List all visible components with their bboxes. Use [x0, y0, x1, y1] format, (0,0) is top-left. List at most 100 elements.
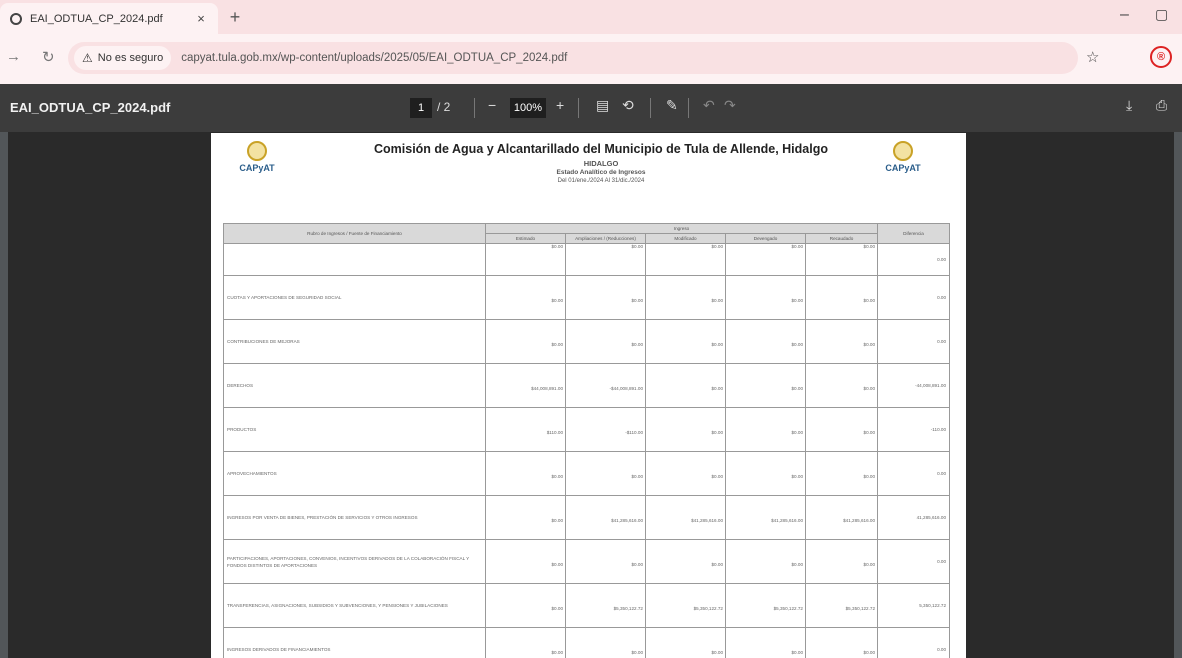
row-difference: 0.00 [877, 243, 951, 276]
cell-amount: $0.00 [863, 650, 876, 655]
row-value: $0.00 [565, 243, 646, 276]
cell-amount: $0.00 [791, 342, 804, 347]
row-value: $0.00 [725, 243, 806, 276]
zoom-out-icon[interactable]: − [488, 97, 496, 113]
row-value: $0.00 [565, 539, 646, 584]
row-value: $0.00 [804, 275, 879, 320]
row-value: $110.00 [485, 407, 566, 452]
row-value: $0.00 [645, 407, 726, 452]
seal-icon [893, 141, 913, 161]
minimize-button[interactable]: – [1120, 6, 1129, 24]
security-label: No es seguro [97, 52, 164, 64]
cell-amount: $0.00 [551, 606, 564, 611]
table-row: CONTRIBUCIONES DE MEJORAS $0.00 $0.00 $0.00… [223, 319, 951, 364]
row-value: $0.00 [485, 319, 566, 364]
row-value: $5,350,122.72 [565, 583, 646, 628]
reload-icon[interactable]: ↻ [42, 48, 55, 66]
pdf-page: CAPyAT CAPyAT Comisión de Agua y Alcanta… [211, 133, 966, 658]
cell-amount: $0.00 [631, 562, 644, 567]
row-value: $0.00 [804, 627, 879, 658]
row-label: PARTICIPACIONES, APORTACIONES, CONVENIOS… [223, 539, 486, 584]
cell-amount: -$44,008,891.00 [609, 386, 643, 391]
row-value: $0.00 [725, 451, 806, 496]
column-header-devengado: Devengado [725, 233, 806, 244]
page-number-input[interactable]: 1 [410, 98, 432, 118]
cell-amount: $0.00 [863, 430, 876, 435]
row-value: $0.00 [725, 363, 806, 408]
row-difference: 0.00 [877, 627, 951, 658]
cell-amount: $41,285,616.00 [611, 518, 643, 523]
row-label: DERECHOS [223, 363, 486, 408]
zoom-in-icon[interactable]: + [556, 97, 564, 113]
row-value: $0.00 [565, 275, 646, 320]
undo-icon[interactable]: ↶ [703, 97, 715, 114]
annotate-icon[interactable]: ✎ [666, 97, 678, 114]
row-value: $0.00 [725, 319, 806, 364]
table-row: CUOTAS Y APORTACIONES DE SEGURIDAD SOCIA… [223, 275, 951, 320]
browser-tab[interactable]: EAI_ODTUA_CP_2024.pdf × [0, 3, 218, 34]
back-icon[interactable]: → [6, 48, 21, 65]
zoom-input[interactable]: 100% [510, 98, 546, 118]
row-label: INGRESOS POR VENTA DE BIENES, PRESTACIÓN… [223, 495, 486, 540]
cell-amount: $5,350,122.72 [613, 606, 643, 611]
row-value: $0.00 [485, 243, 566, 276]
cell-amount: $0.00 [711, 342, 724, 347]
row-value: $5,350,122.72 [725, 583, 806, 628]
print-icon[interactable]: ⎙ [1156, 97, 1167, 114]
document-subtitle-period: Del 01/ene./2024 Al 31/dic./2024 [557, 178, 645, 184]
url-text[interactable]: capyat.tula.gob.mx/wp-content/uploads/20… [181, 52, 567, 64]
redo-icon[interactable]: ↷ [724, 97, 736, 114]
download-icon[interactable]: ⤓ [1126, 97, 1132, 114]
row-value: $0.00 [485, 583, 566, 628]
cell-amount: $0.00 [863, 386, 876, 391]
cell-amount: $0.00 [551, 474, 564, 479]
row-label: PRODUCTOS [223, 407, 486, 452]
cell-amount: $0.00 [711, 430, 724, 435]
row-value: $0.00 [725, 539, 806, 584]
table-row: PRODUCTOS $110.00 -$110.00 $0.00 $0.00 $0.00-… [223, 407, 951, 452]
row-value: $0.00 [804, 363, 879, 408]
row-value: $0.00 [645, 627, 726, 658]
restore-button[interactable]: ▢ [1155, 6, 1168, 23]
pdf-file-name: EAI_ODTUA_CP_2024.pdf [10, 100, 171, 115]
seal-icon [247, 141, 267, 161]
row-label [223, 243, 486, 276]
cell-amount: $0.00 [863, 298, 876, 303]
fit-page-icon[interactable]: ▤ [596, 97, 609, 114]
cell-amount: $0.00 [551, 342, 564, 347]
row-label: APROVECHAMIENTOS [223, 451, 486, 496]
cell-amount: $0.00 [791, 298, 804, 303]
cell-amount: $0.00 [711, 474, 724, 479]
cell-amount: $0.00 [551, 562, 564, 567]
cell-amount: $0.00 [711, 650, 724, 655]
row-value: $0.00 [725, 275, 806, 320]
tab-strip: EAI_ODTUA_CP_2024.pdf × + – ▢ [0, 0, 1182, 34]
cell-amount: $0.00 [631, 298, 644, 303]
row-value: $5,350,122.72 [804, 583, 879, 628]
profile-avatar[interactable]: ® [1150, 46, 1172, 68]
cell-amount: $5,350,122.72 [693, 606, 723, 611]
row-value: $0.00 [565, 451, 646, 496]
address-bar[interactable]: ⚠ No es seguro capyat.tula.gob.mx/wp-con… [68, 42, 1078, 74]
row-value: $0.00 [804, 539, 879, 584]
close-tab-button[interactable]: × [190, 11, 212, 26]
tab-title: EAI_ODTUA_CP_2024.pdf [30, 12, 163, 25]
cell-amount: $0.00 [551, 518, 564, 523]
cell-amount: $0.00 [791, 650, 804, 655]
rotate-icon[interactable]: ⟲ [622, 97, 634, 114]
row-value: $0.00 [565, 319, 646, 364]
document-title: Comisión de Agua y Alcantarillado del Mu… [374, 142, 828, 156]
row-value: $0.00 [645, 275, 726, 320]
page-total: / 2 [437, 100, 451, 114]
globe-icon [10, 12, 22, 25]
new-tab-button[interactable]: + [224, 7, 246, 29]
column-header-modificado: Modificado [645, 233, 726, 244]
bookmark-star-icon[interactable]: ☆ [1086, 48, 1099, 66]
row-value: $41,285,616.00 [804, 495, 879, 540]
row-difference: -44,008,891.00 [877, 363, 951, 408]
security-chip[interactable]: ⚠ No es seguro [74, 46, 172, 70]
cell-amount: $0.00 [711, 386, 724, 391]
warning-icon: ⚠ [82, 51, 93, 65]
capyat-logo-left: CAPyAT [233, 141, 281, 173]
cell-amount: $0.00 [791, 562, 804, 567]
